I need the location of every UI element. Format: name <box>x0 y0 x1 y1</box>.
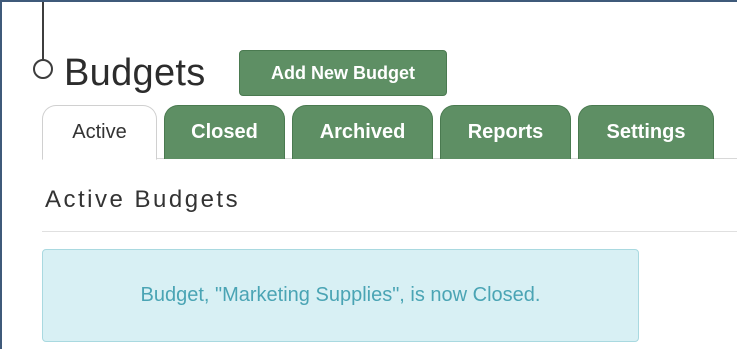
add-new-budget-button[interactable]: Add New Budget <box>239 50 447 96</box>
tab-settings[interactable]: Settings <box>578 105 714 159</box>
section-divider <box>42 231 737 232</box>
status-alert: Budget, "Marketing Supplies", is now Clo… <box>42 249 639 342</box>
tab-reports[interactable]: Reports <box>440 105 571 159</box>
section-heading: Active Budgets <box>45 186 241 213</box>
alert-message: Budget, "Marketing Supplies", is now Clo… <box>140 284 541 306</box>
timeline-node-icon <box>33 59 53 79</box>
page-title: Budgets <box>64 52 206 94</box>
timeline-line <box>42 2 44 60</box>
tab-archived[interactable]: Archived <box>292 105 433 159</box>
tab-active[interactable]: Active <box>42 105 157 160</box>
app-frame: Budgets Add New Budget Active Closed Arc… <box>0 0 737 349</box>
tab-closed[interactable]: Closed <box>164 105 285 159</box>
